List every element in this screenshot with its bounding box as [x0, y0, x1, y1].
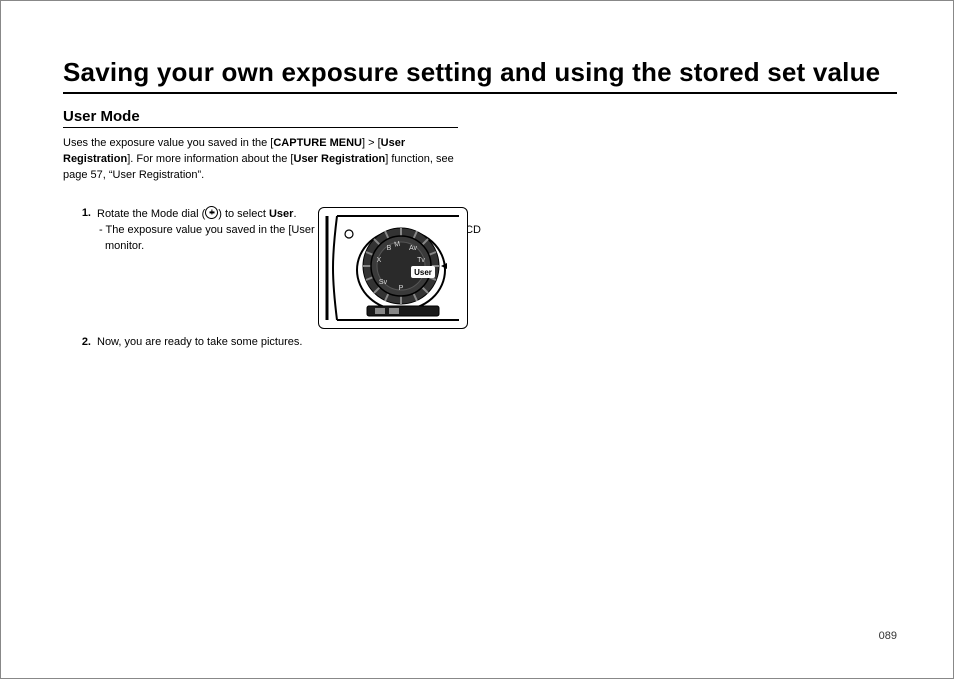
svg-text:Tv: Tv	[417, 257, 425, 264]
dial-user-label: User	[414, 268, 432, 277]
step-number: 2.	[63, 335, 95, 351]
svg-text:P: P	[399, 285, 404, 292]
page-number: 089	[879, 630, 897, 642]
mode-dial-illustration: M B X Av Tv Sv P User	[318, 207, 468, 329]
svg-text:B: B	[387, 245, 392, 252]
intro-bold-user-registration-2: User Registration	[294, 153, 386, 165]
mode-dial-icon	[205, 206, 218, 219]
step-text: Now, you are ready to take some pictures…	[97, 336, 302, 348]
page-title: Saving your own exposure setting and usi…	[63, 57, 897, 94]
step-2: 2. Now, you are ready to take some pictu…	[63, 335, 483, 351]
camera-dial-svg: M B X Av Tv Sv P User	[319, 208, 467, 328]
section-heading: User Mode	[63, 108, 458, 128]
svg-text:X: X	[377, 257, 382, 264]
intro-text: ] > [	[362, 137, 381, 149]
step-text: ) to select	[218, 208, 269, 220]
step-bold-user: User	[269, 208, 293, 220]
step-text: Rotate the Mode dial (	[97, 208, 205, 220]
step-number: 1.	[63, 206, 95, 222]
step-text: .	[293, 208, 296, 220]
svg-text:Sv: Sv	[379, 279, 388, 286]
intro-text: ]. For more information about the [	[127, 153, 293, 165]
svg-text:Av: Av	[409, 245, 418, 252]
manual-page: Saving your own exposure setting and usi…	[0, 0, 954, 679]
step-body: Now, you are ready to take some pictures…	[95, 335, 483, 351]
intro-bold-capture-menu: CAPTURE MENU	[273, 137, 362, 149]
intro-text: Uses the exposure value you saved in the…	[63, 137, 273, 149]
intro-paragraph: Uses the exposure value you saved in the…	[63, 136, 458, 184]
